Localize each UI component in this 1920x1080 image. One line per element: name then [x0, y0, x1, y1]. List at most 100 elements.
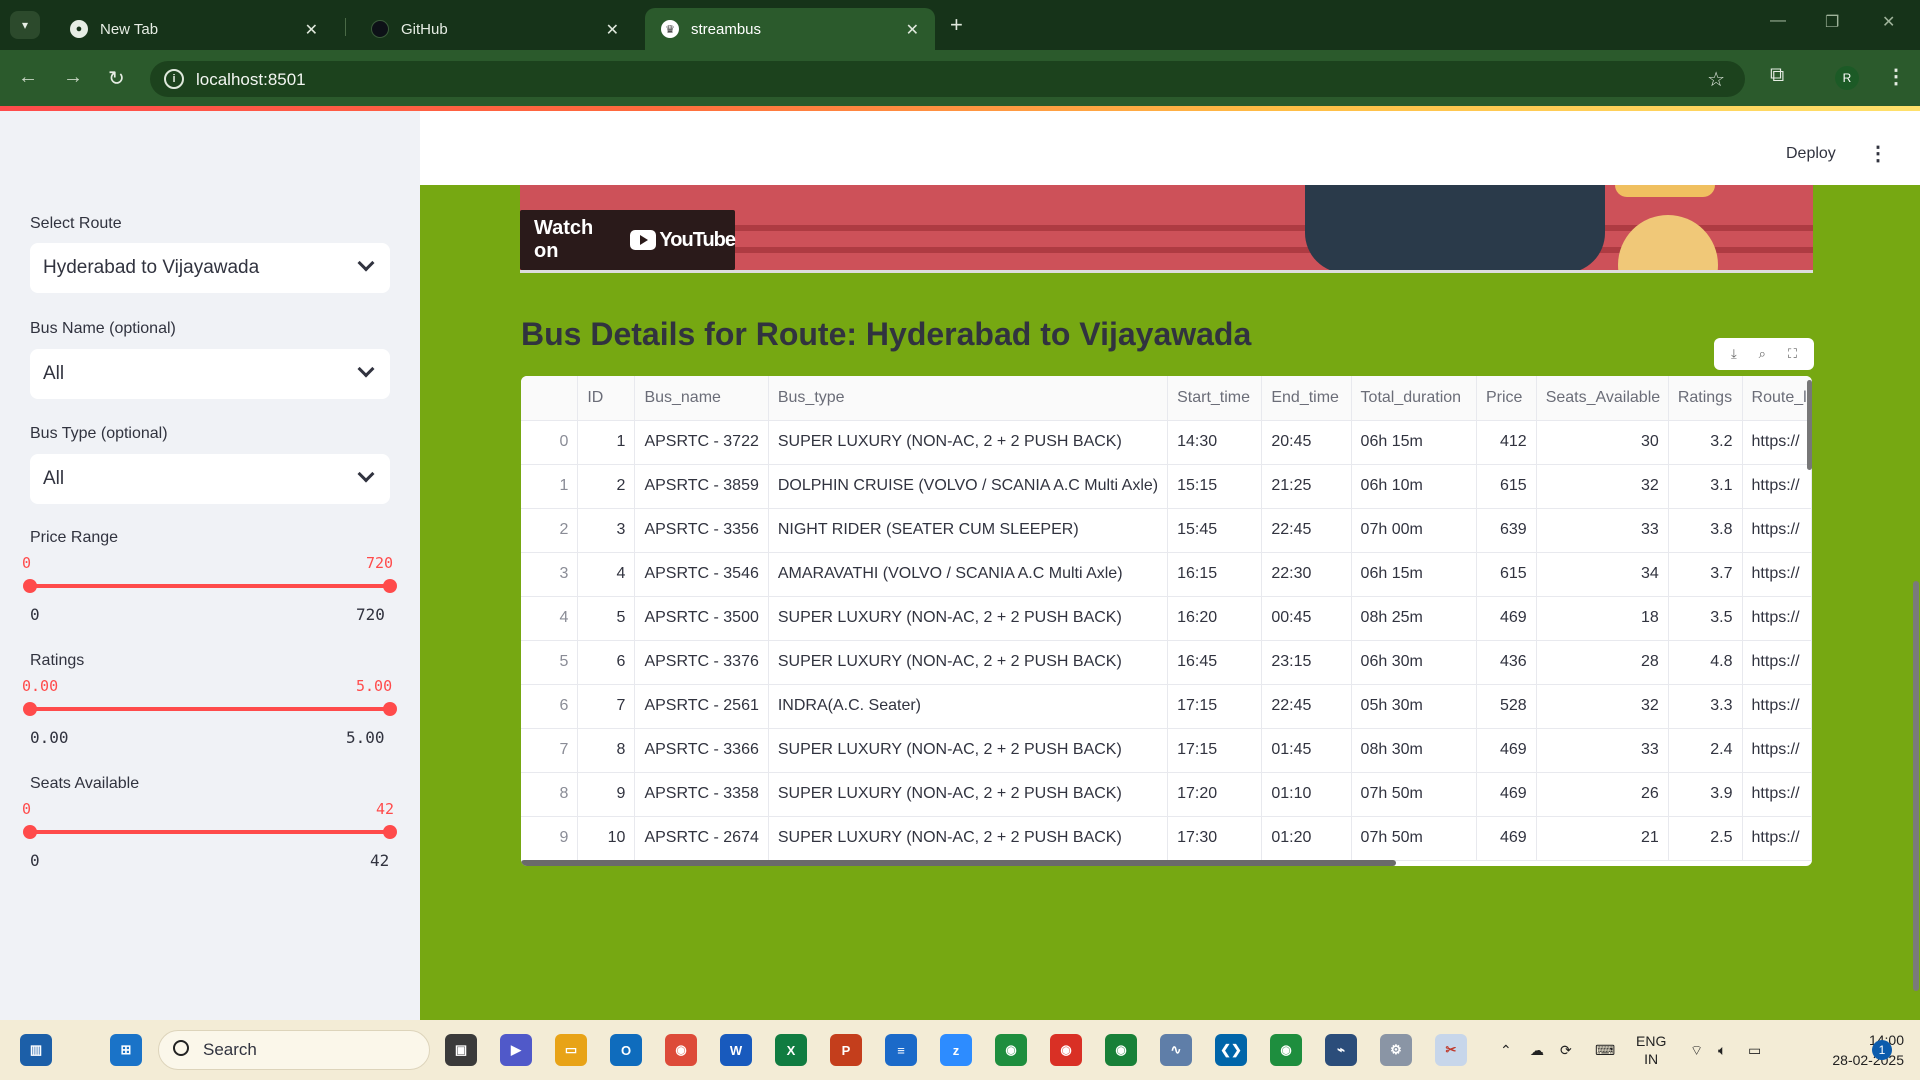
cell-route-link[interactable]: https://: [1742, 420, 1812, 465]
cell-seats-available[interactable]: 32: [1536, 464, 1669, 509]
seats-slider-track[interactable]: [30, 830, 390, 834]
cell-bus-name[interactable]: APSRTC - 2674: [634, 816, 769, 861]
cell-total-duration[interactable]: 08h 25m: [1351, 596, 1477, 641]
cell-end-time[interactable]: 01:45: [1261, 728, 1352, 773]
cell-end-time[interactable]: 21:25: [1261, 464, 1352, 509]
onedrive-cloud-icon[interactable]: ☁: [1530, 1042, 1544, 1059]
table-row[interactable]: 1 2 APSRTC - 3859 DOLPHIN CRUISE (VOLVO / S…: [521, 464, 1812, 509]
browser-menu-icon[interactable]: ⋮: [1886, 64, 1906, 89]
cell-price[interactable]: 469: [1476, 728, 1537, 773]
table-row[interactable]: 3 4 APSRTC - 3546 AMARAVATHI (VOLVO / SCANI…: [521, 552, 1812, 597]
cell-start-time[interactable]: 16:20: [1167, 596, 1263, 641]
mysql-icon[interactable]: ⌁: [1325, 1034, 1357, 1066]
cell-index[interactable]: 8: [521, 772, 579, 817]
cell-bus-type[interactable]: DOLPHIN CRUISE (VOLVO / SCANIA A.C Multi…: [768, 464, 1169, 509]
column-header-route-link[interactable]: Route_l: [1742, 376, 1812, 421]
chrome-profile-icon[interactable]: ◉: [1050, 1034, 1082, 1066]
cell-total-duration[interactable]: 05h 30m: [1351, 684, 1477, 729]
cell-route-link[interactable]: https://: [1742, 464, 1812, 509]
bus-type-select[interactable]: All: [30, 454, 390, 504]
cell-start-time[interactable]: 15:15: [1167, 464, 1263, 509]
settings-gear-icon[interactable]: ⚙: [1380, 1034, 1412, 1066]
cell-ratings[interactable]: 2.5: [1668, 816, 1743, 861]
cell-bus-type[interactable]: INDRA(A.C. Seater): [768, 684, 1169, 729]
app-menu-icon[interactable]: ⋮: [1868, 141, 1888, 166]
watch-on-youtube-button[interactable]: Watch on YouTube: [520, 210, 736, 270]
column-header-bus-type[interactable]: Bus_type: [768, 376, 1169, 421]
download-icon[interactable]: ⤓: [1731, 346, 1737, 362]
sync-icon[interactable]: ⟳: [1560, 1042, 1572, 1059]
zoom-icon[interactable]: z: [940, 1034, 972, 1066]
cell-index[interactable]: 2: [521, 508, 579, 553]
cell-route-link[interactable]: https://: [1742, 772, 1812, 817]
back-arrow-icon[interactable]: ←: [18, 66, 38, 89]
powerpoint-icon[interactable]: P: [830, 1034, 862, 1066]
cell-id[interactable]: 2: [577, 464, 636, 509]
column-header-seats-available[interactable]: Seats_Available: [1536, 376, 1669, 421]
cell-price[interactable]: 615: [1476, 552, 1537, 597]
cell-total-duration[interactable]: 06h 10m: [1351, 464, 1477, 509]
cell-price[interactable]: 412: [1476, 420, 1537, 465]
bookmark-star-icon[interactable]: ☆: [1707, 67, 1725, 92]
language-indicator[interactable]: ENG IN: [1636, 1032, 1666, 1068]
close-tab-icon[interactable]: ✕: [305, 20, 318, 40]
cell-end-time[interactable]: 01:20: [1261, 816, 1352, 861]
table-row[interactable]: 2 3 APSRTC - 3356 NIGHT RIDER (SEATER CUM S…: [521, 508, 1812, 553]
teams-icon[interactable]: ▶: [500, 1034, 532, 1066]
cell-route-link[interactable]: https://: [1742, 596, 1812, 641]
cell-bus-type[interactable]: AMARAVATHI (VOLVO / SCANIA A.C Multi Axl…: [768, 552, 1169, 597]
address-bar[interactable]: i localhost:8501 ☆: [150, 61, 1745, 97]
table-row[interactable]: 6 7 APSRTC - 2561 INDRA(A.C. Seater) 17:15 22…: [521, 684, 1812, 729]
cell-total-duration[interactable]: 06h 30m: [1351, 640, 1477, 685]
cell-end-time[interactable]: 20:45: [1261, 420, 1352, 465]
tab-github[interactable]: GitHub ✕: [355, 8, 635, 50]
tab-search-dropdown-icon[interactable]: ▾: [10, 11, 40, 39]
table-row[interactable]: 0 1 APSRTC - 3722 SUPER LUXURY (NON-AC, 2 +…: [521, 420, 1812, 465]
cell-start-time[interactable]: 17:20: [1167, 772, 1263, 817]
cell-seats-available[interactable]: 28: [1536, 640, 1669, 685]
cell-id[interactable]: 1: [577, 420, 636, 465]
cell-seats-available[interactable]: 34: [1536, 552, 1669, 597]
cell-route-link[interactable]: https://: [1742, 816, 1812, 861]
cell-price[interactable]: 469: [1476, 772, 1537, 817]
cell-bus-name[interactable]: APSRTC - 3722: [634, 420, 769, 465]
cell-route-link[interactable]: https://: [1742, 508, 1812, 553]
new-tab-plus-icon[interactable]: +: [950, 12, 963, 38]
cell-bus-name[interactable]: APSRTC - 3376: [634, 640, 769, 685]
cell-start-time[interactable]: 14:30: [1167, 420, 1263, 465]
route-select[interactable]: Hyderabad to Vijayawada: [30, 243, 390, 293]
cell-start-time[interactable]: 16:45: [1167, 640, 1263, 685]
tab-new-tab[interactable]: ● New Tab ✕: [54, 8, 334, 50]
youtube-video-embed[interactable]: Watch on YouTube: [520, 185, 1813, 273]
cell-id[interactable]: 5: [577, 596, 636, 641]
extensions-puzzle-icon[interactable]: ⧉: [1770, 64, 1784, 87]
column-header-bus-name[interactable]: Bus_name: [634, 376, 769, 421]
column-header-price[interactable]: Price: [1476, 376, 1537, 421]
site-info-icon[interactable]: i: [164, 69, 184, 89]
cell-bus-name[interactable]: APSRTC - 2561: [634, 684, 769, 729]
table-row[interactable]: 4 5 APSRTC - 3500 SUPER LUXURY (NON-AC, 2 +…: [521, 596, 1812, 641]
cell-ratings[interactable]: 3.5: [1668, 596, 1743, 641]
cell-seats-available[interactable]: 18: [1536, 596, 1669, 641]
cell-price[interactable]: 469: [1476, 816, 1537, 861]
cell-total-duration[interactable]: 07h 50m: [1351, 772, 1477, 817]
cell-total-duration[interactable]: 07h 00m: [1351, 508, 1477, 553]
cell-index[interactable]: 1: [521, 464, 579, 509]
cell-price[interactable]: 639: [1476, 508, 1537, 553]
cell-index[interactable]: 5: [521, 640, 579, 685]
cell-index[interactable]: 4: [521, 596, 579, 641]
cell-start-time[interactable]: 15:45: [1167, 508, 1263, 553]
cell-seats-available[interactable]: 32: [1536, 684, 1669, 729]
chrome-icon[interactable]: ◉: [665, 1034, 697, 1066]
close-tab-icon[interactable]: ✕: [606, 20, 619, 40]
reload-icon[interactable]: ↻: [108, 66, 125, 91]
cell-bus-type[interactable]: SUPER LUXURY (NON-AC, 2 + 2 PUSH BACK): [768, 596, 1169, 641]
cell-ratings[interactable]: 3.7: [1668, 552, 1743, 597]
cell-seats-available[interactable]: 33: [1536, 508, 1669, 553]
bus-details-dataframe[interactable]: ID Bus_name Bus_type Start_time End_time…: [521, 376, 1812, 866]
cell-bus-name[interactable]: APSRTC - 3546: [634, 552, 769, 597]
cell-index[interactable]: 3: [521, 552, 579, 597]
ratings-high-thumb[interactable]: [383, 702, 397, 716]
cell-seats-available[interactable]: 26: [1536, 772, 1669, 817]
cell-end-time[interactable]: 23:15: [1261, 640, 1352, 685]
